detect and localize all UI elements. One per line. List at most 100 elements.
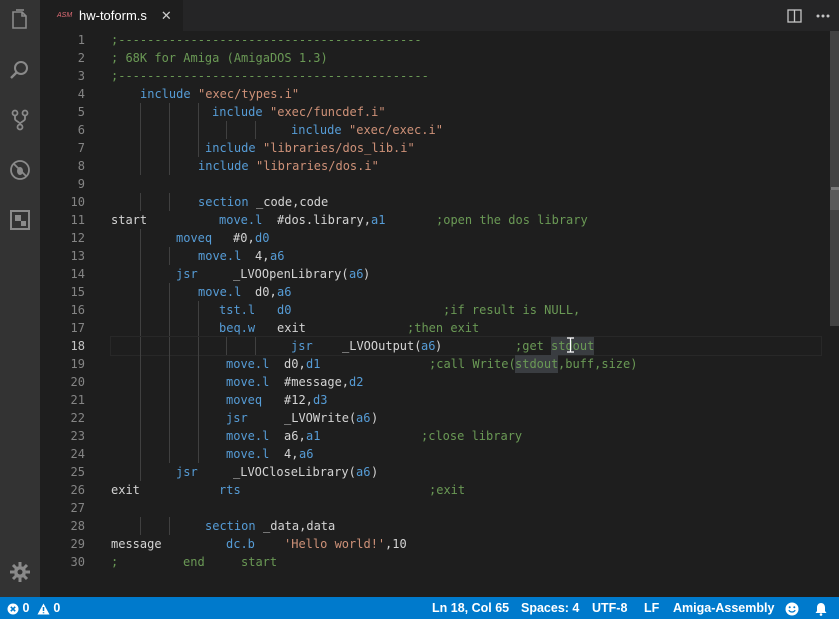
line-number: 23 bbox=[70, 429, 85, 443]
vertical-scrollbar[interactable] bbox=[827, 31, 839, 597]
code-line-30[interactable]: ; end start bbox=[111, 553, 821, 571]
code-line-29[interactable]: message dc.b 'Hello world!' ,10 bbox=[111, 535, 821, 553]
encoding[interactable]: UTF-8 bbox=[592, 597, 627, 619]
register: a6 bbox=[356, 465, 371, 479]
settings-gear-icon[interactable] bbox=[0, 552, 40, 592]
code-line-19[interactable]: move.l d0, d1 ;call Write( stdout ,buff,… bbox=[111, 355, 821, 373]
indent-guide bbox=[169, 301, 170, 319]
split-editor-icon[interactable] bbox=[784, 6, 804, 26]
text-cursor-icon bbox=[567, 337, 574, 353]
code-line-16[interactable]: tst.l d0 ;if result is NULL, bbox=[111, 301, 821, 319]
indent-guide bbox=[255, 121, 256, 139]
indent-guide bbox=[255, 337, 256, 355]
operand: d0, bbox=[255, 285, 277, 299]
register: a6 bbox=[277, 285, 292, 299]
instruction: jsr bbox=[291, 339, 313, 353]
indent-guide bbox=[140, 283, 141, 301]
error-count: 0 bbox=[22, 601, 30, 615]
tab-label: hw-toform.s bbox=[79, 8, 147, 23]
line-number: 13 bbox=[70, 249, 85, 263]
more-actions-icon[interactable] bbox=[813, 6, 833, 26]
code-line-22[interactable]: jsr _LVOWrite( a6 ) bbox=[111, 409, 821, 427]
code-line-4[interactable]: include "exec/types.i" bbox=[111, 85, 821, 103]
code-line-20[interactable]: move.l #message, d2 bbox=[111, 373, 821, 391]
operand: _code,code bbox=[256, 195, 329, 209]
code-line-25[interactable]: jsr _LVOCloseLibrary( a6 ) bbox=[111, 463, 821, 481]
code-line-28[interactable]: section _data,data bbox=[111, 517, 821, 535]
line-number: 17 bbox=[70, 321, 85, 335]
code-line-18[interactable]: jsr _LVOOutput( a6 ) ;get stdout bbox=[110, 336, 822, 356]
code-line-17[interactable]: beq.w exit ;then exit bbox=[111, 319, 821, 337]
indent-guide bbox=[198, 409, 199, 427]
line-number: 1 bbox=[77, 33, 85, 47]
operand: ) bbox=[363, 267, 371, 281]
code-line-8[interactable]: include "libraries/dos.i" bbox=[111, 157, 821, 175]
scrollbar-thumb[interactable] bbox=[830, 31, 839, 326]
code-line-13[interactable]: move.l 4, a6 bbox=[111, 247, 821, 265]
code-line-10[interactable]: section _code,code bbox=[111, 193, 821, 211]
instruction: tst.l bbox=[219, 303, 256, 317]
files-icon[interactable] bbox=[0, 0, 40, 40]
indent-guide bbox=[198, 139, 199, 157]
line-number: 12 bbox=[70, 231, 85, 245]
code-line-14[interactable]: jsr _LVOOpenLibrary( a6 ) bbox=[111, 265, 821, 283]
notification-bell-icon[interactable] bbox=[815, 597, 827, 619]
indent-guide bbox=[169, 355, 170, 373]
indent-guide bbox=[169, 409, 170, 427]
register: a6 bbox=[299, 447, 314, 461]
problems-indicator[interactable]: 0 0 bbox=[7, 597, 60, 619]
line-number: 2 bbox=[77, 51, 85, 65]
indent-guide bbox=[226, 121, 227, 139]
code-line-26[interactable]: exit rts ;exit bbox=[111, 481, 821, 499]
extensions-icon[interactable] bbox=[0, 200, 40, 240]
indent-guide bbox=[140, 337, 141, 355]
line-number: 4 bbox=[77, 87, 85, 101]
label: exit bbox=[111, 483, 140, 497]
code-line-2[interactable]: ; 68K for Amiga (AmigaDOS 1.3) bbox=[111, 49, 821, 67]
code-line-12[interactable]: moveq #0, d0 bbox=[111, 229, 821, 247]
code-line-21[interactable]: moveq #12, d3 bbox=[111, 391, 821, 409]
line-number: 9 bbox=[77, 177, 85, 191]
code-line-11[interactable]: start move.l #dos.library, a1 ;open the … bbox=[111, 211, 821, 229]
code-line-7[interactable]: include "libraries/dos_lib.i" bbox=[111, 139, 821, 157]
indent-guide bbox=[169, 391, 170, 409]
line-number: 29 bbox=[70, 537, 85, 551]
language-mode[interactable]: Amiga-Assembly bbox=[673, 597, 774, 619]
operand: ) bbox=[371, 465, 379, 479]
line-number: 25 bbox=[70, 465, 85, 479]
operand: _data,data bbox=[263, 519, 336, 533]
code-area[interactable]: ;---------------------------------------… bbox=[110, 31, 822, 571]
warning-icon bbox=[37, 603, 50, 615]
indent-guide bbox=[140, 463, 141, 481]
activity-bar bbox=[0, 0, 40, 597]
feedback-smiley-icon[interactable] bbox=[785, 597, 799, 619]
indent-guide bbox=[140, 139, 141, 157]
cursor-position[interactable]: Ln 18, Col 65 bbox=[432, 597, 509, 619]
indent-guide bbox=[140, 103, 141, 121]
line-number: 26 bbox=[70, 483, 85, 497]
code-line-5[interactable]: include "exec/funcdef.i" bbox=[111, 103, 821, 121]
code-line-27[interactable] bbox=[111, 499, 821, 517]
close-icon[interactable]: ✕ bbox=[161, 8, 172, 24]
code-line-24[interactable]: move.l 4, a6 bbox=[111, 445, 821, 463]
indentation[interactable]: Spaces: 4 bbox=[521, 597, 579, 619]
code-line-15[interactable]: move.l d0, a6 bbox=[111, 283, 821, 301]
indent-guide bbox=[169, 319, 170, 337]
editor-tab[interactable]: ASM hw-toform.s ✕ bbox=[40, 0, 183, 31]
register: a6 bbox=[421, 339, 436, 353]
search-icon[interactable] bbox=[0, 50, 40, 90]
code-line-6[interactable]: include "exec/exec.i" bbox=[111, 121, 821, 139]
operand: _LVOCloseLibrary( bbox=[233, 465, 356, 479]
code-line-23[interactable]: move.l a6, a1 ;close library bbox=[111, 427, 821, 445]
line-ending[interactable]: LF bbox=[644, 597, 659, 619]
code-line-1[interactable]: ;---------------------------------------… bbox=[111, 31, 821, 49]
comment: ;close library bbox=[421, 429, 523, 443]
code-editor[interactable]: 1 2 3 4 5 6 7 8 9 10 11 12 13 14 15 16 17 18 19 20 21 22 23 24 2… bbox=[40, 31, 839, 597]
debug-icon[interactable] bbox=[0, 150, 40, 190]
operand: #12, bbox=[284, 393, 313, 407]
code-line-3[interactable]: ;---------------------------------------… bbox=[111, 67, 821, 85]
comment: ; bbox=[111, 555, 119, 569]
instruction: move.l bbox=[219, 213, 263, 227]
source-control-icon[interactable] bbox=[0, 100, 40, 140]
code-line-9[interactable] bbox=[111, 175, 821, 193]
